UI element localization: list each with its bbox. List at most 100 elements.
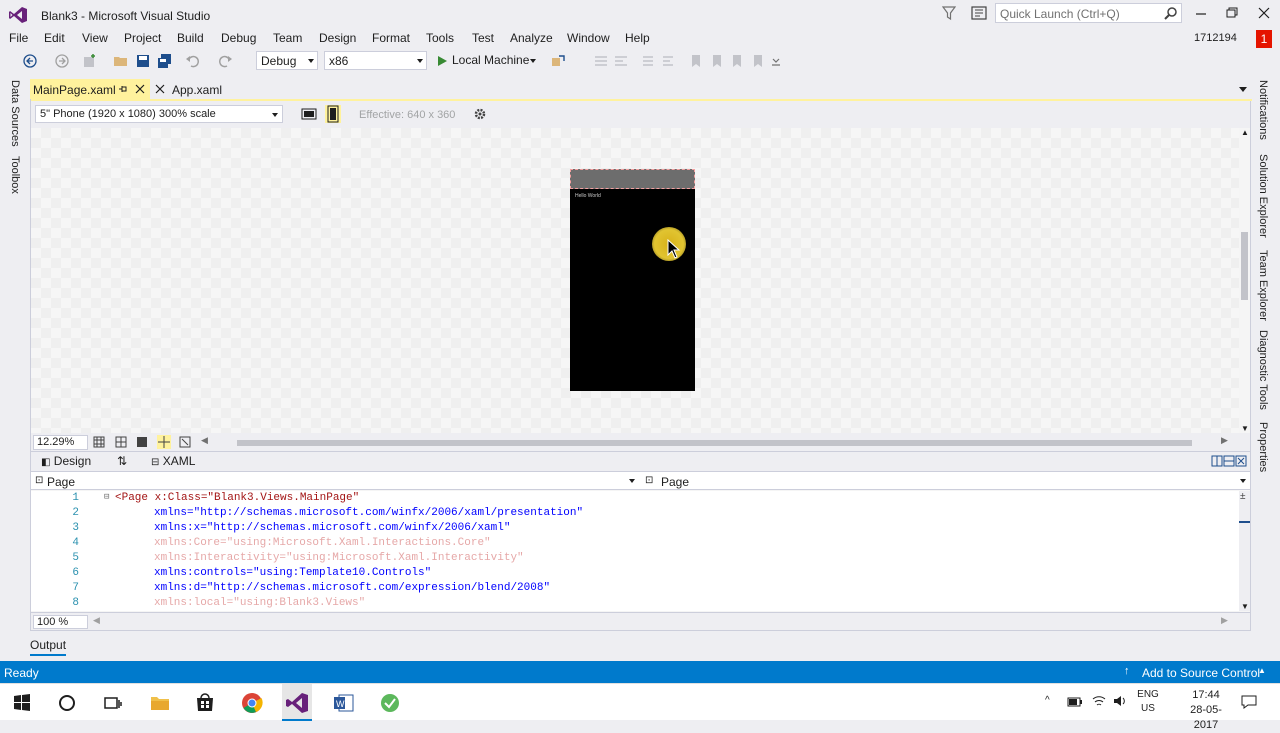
new-project-icon[interactable] xyxy=(82,53,98,69)
menu-debug[interactable]: Debug xyxy=(221,31,256,45)
swap-panes-icon[interactable]: ⇅ xyxy=(117,454,127,468)
menu-project[interactable]: Project xyxy=(124,31,161,45)
notifications-tab[interactable]: Notifications xyxy=(1257,80,1269,140)
hello-world-text[interactable]: Hello World xyxy=(575,193,601,199)
open-file-icon[interactable] xyxy=(113,53,129,69)
snap-grid-icon[interactable] xyxy=(115,436,127,448)
format-icon[interactable] xyxy=(593,53,609,69)
horizontal-scrollbar-thumb[interactable] xyxy=(237,440,1192,446)
menu-edit[interactable]: Edit xyxy=(44,31,65,45)
solution-explorer-tab[interactable]: Solution Explorer xyxy=(1257,154,1269,238)
file-explorer-icon[interactable] xyxy=(147,690,173,716)
output-panel-tab[interactable]: Output xyxy=(30,634,150,658)
undo-icon[interactable] xyxy=(185,53,201,69)
prev-bookmark-icon[interactable] xyxy=(709,53,725,69)
add-to-source-control-button[interactable]: Add to Source Control xyxy=(1142,666,1260,680)
action-center-icon[interactable] xyxy=(1240,694,1258,710)
code-line[interactable]: xmlns:Core="using:Microsoft.Xaml.Interac… xyxy=(154,537,491,549)
xaml-code-editor[interactable]: 1 ⊟ <Page x:Class="Blank3.Views.MainPage… xyxy=(31,491,1239,611)
diagnostic-tools-tab[interactable]: Diagnostic Tools xyxy=(1257,330,1269,410)
menu-build[interactable]: Build xyxy=(177,31,204,45)
menu-team[interactable]: Team xyxy=(273,31,302,45)
align-icon[interactable] xyxy=(613,53,629,69)
chevron-down-icon[interactable] xyxy=(1240,479,1246,483)
pin-icon[interactable] xyxy=(118,84,128,94)
comment-icon[interactable] xyxy=(640,53,656,69)
gear-icon[interactable] xyxy=(473,107,487,121)
scroll-right-icon[interactable]: ▶ xyxy=(1221,435,1228,446)
zoom-combo[interactable]: 12.29% xyxy=(33,435,88,450)
artboard-icon[interactable] xyxy=(136,436,148,448)
store-icon[interactable] xyxy=(192,690,218,716)
toolbar-overflow-icon[interactable] xyxy=(768,53,784,69)
tab-list-dropdown-icon[interactable] xyxy=(1239,87,1247,92)
feedback-flag-icon[interactable] xyxy=(971,5,987,21)
clear-bookmarks-icon[interactable] xyxy=(750,53,766,69)
chevron-down-icon[interactable] xyxy=(629,479,635,483)
snap-lines-icon[interactable] xyxy=(157,435,171,449)
tab-xaml[interactable]: ⊟ XAML xyxy=(151,454,195,468)
start-debugging-button[interactable]: Local Machine xyxy=(434,52,544,70)
save-all-icon[interactable] xyxy=(157,53,173,69)
notification-badge[interactable]: 1 xyxy=(1256,30,1272,48)
nav-left-combo[interactable]: Page xyxy=(47,475,75,489)
tab-mainpage-xaml[interactable]: MainPage.xaml xyxy=(30,79,150,99)
portrait-icon[interactable] xyxy=(325,105,341,123)
code-line[interactable]: <Page x:Class="Blank3.Views.MainPage" xyxy=(115,492,359,504)
save-icon[interactable] xyxy=(135,53,151,69)
menu-view[interactable]: View xyxy=(82,31,108,45)
bookmark-icon[interactable] xyxy=(688,53,704,69)
chrome-icon[interactable] xyxy=(239,690,265,716)
redo-icon[interactable] xyxy=(217,53,233,69)
volume-icon[interactable] xyxy=(1112,694,1128,708)
taskbar-active-app[interactable] xyxy=(282,684,312,721)
device-preview-combo[interactable]: 5" Phone (1920 x 1080) 300% scale xyxy=(35,105,283,123)
nav-right-combo[interactable]: Page xyxy=(661,475,689,489)
editor-vertical-scrollbar[interactable]: ± ▼ xyxy=(1239,491,1250,611)
fit-all-icon[interactable] xyxy=(179,436,191,448)
close-icon[interactable] xyxy=(155,84,165,94)
quick-launch-input[interactable]: Quick Launch (Ctrl+Q) xyxy=(995,3,1182,23)
minimize-icon[interactable] xyxy=(1191,4,1211,22)
forward-icon[interactable] xyxy=(54,53,70,69)
filter-icon[interactable] xyxy=(942,5,956,21)
close-icon[interactable] xyxy=(1254,4,1274,22)
tab-app-xaml[interactable]: App.xaml xyxy=(150,79,230,99)
battery-icon[interactable] xyxy=(1067,695,1083,709)
scroll-left-icon[interactable]: ◀ xyxy=(201,435,208,446)
green-app-icon[interactable] xyxy=(377,690,403,716)
page-header[interactable] xyxy=(570,169,695,189)
code-line[interactable]: xmlns:x="http://schemas.microsoft.com/wi… xyxy=(154,522,510,534)
chevron-up-icon[interactable]: ▲ xyxy=(1258,666,1266,675)
split-layout-icons[interactable] xyxy=(1211,455,1247,467)
design-canvas[interactable]: Hello World xyxy=(31,128,1239,433)
menu-tools[interactable]: Tools xyxy=(426,31,454,45)
split-editor-icon[interactable]: ± xyxy=(1240,491,1246,502)
grid-icon[interactable] xyxy=(93,436,105,448)
show-hidden-icons-icon[interactable]: ^ xyxy=(1045,695,1050,706)
user-account[interactable]: 1712194 xyxy=(1194,32,1237,44)
editor-zoom-combo[interactable]: 100 % xyxy=(33,615,88,629)
landscape-icon[interactable] xyxy=(301,107,317,121)
code-line[interactable]: xmlns:d="http://schemas.microsoft.com/ex… xyxy=(154,582,550,594)
word-icon[interactable]: W xyxy=(331,690,357,716)
platform-combo[interactable]: x86 xyxy=(324,51,427,70)
menu-design[interactable]: Design xyxy=(319,31,356,45)
designer-vertical-scrollbar[interactable]: ▲ ▼ xyxy=(1239,128,1250,433)
menu-analyze[interactable]: Analyze xyxy=(510,31,553,45)
scroll-down-icon[interactable]: ▼ xyxy=(1241,602,1249,611)
scroll-down-icon[interactable]: ▼ xyxy=(1241,424,1249,433)
data-sources-tab[interactable]: Data Sources xyxy=(9,80,21,147)
toolbox-tab[interactable]: Toolbox xyxy=(9,156,21,194)
menu-file[interactable]: File xyxy=(9,31,28,45)
scroll-right-icon[interactable]: ▶ xyxy=(1221,615,1228,626)
task-view-icon[interactable] xyxy=(100,690,126,716)
tab-design[interactable]: ◧ Design xyxy=(41,454,91,468)
code-line[interactable]: xmlns:Interactivity="using:Microsoft.Xam… xyxy=(154,552,524,564)
menu-help[interactable]: Help xyxy=(625,31,650,45)
menu-format[interactable]: Format xyxy=(372,31,410,45)
menu-window[interactable]: Window xyxy=(567,31,610,45)
scroll-left-icon[interactable]: ◀ xyxy=(93,615,100,626)
scroll-up-icon[interactable]: ▲ xyxy=(1241,128,1249,137)
back-icon[interactable] xyxy=(22,53,38,69)
